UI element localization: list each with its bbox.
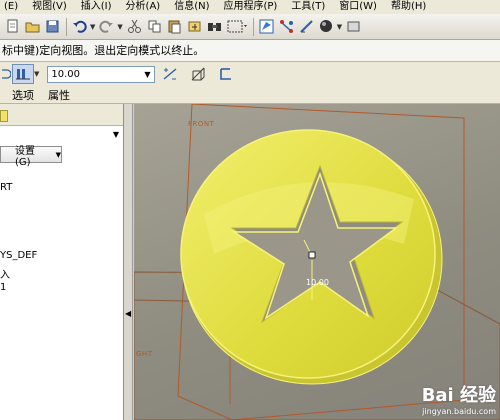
panel-tab-strip (0, 104, 123, 126)
watermark-logo: Bai 经验 (421, 385, 496, 406)
find-icon[interactable] (205, 17, 224, 36)
menu-info[interactable]: 信息(N) (167, 0, 216, 14)
settings-button[interactable]: 设置 (G) ▼ (0, 146, 62, 168)
tab-properties[interactable]: 属性 (48, 87, 70, 103)
model-canvas (134, 104, 500, 420)
redo-dropdown-icon[interactable]: ▼ (117, 23, 122, 31)
menu-applications[interactable]: 应用程序(P) (217, 0, 285, 14)
undo-dropdown-icon[interactable]: ▼ (90, 23, 95, 31)
menu-help[interactable]: 帮助(H) (384, 0, 433, 14)
model-tree-tab[interactable] (0, 110, 8, 122)
depth-value-input[interactable]: 10.00 ▼ (47, 65, 156, 83)
graphics-viewport[interactable]: FRONT GHT 10.00 Bai 经验 jingyan.baidu.com (134, 104, 500, 420)
flip-direction-icon[interactable] (159, 64, 181, 84)
paste-icon[interactable] (165, 17, 184, 36)
menu-bar: (E) 视图(V) 插入(I) 分析(A) 信息(N) 应用程序(P) 工具(T… (0, 0, 500, 14)
front-plane-label: FRONT (188, 120, 215, 128)
tree-item-part[interactable]: RT (0, 182, 12, 193)
extrude-dashboard: ▼ 10.00 ▼ (0, 62, 500, 86)
menu-tools[interactable]: 工具(T) (284, 0, 332, 14)
regenerate-icon[interactable] (185, 17, 204, 36)
redo-icon[interactable] (97, 17, 116, 36)
open-icon[interactable] (23, 17, 42, 36)
depth-blind-button[interactable] (12, 64, 34, 84)
datum-plane-icon[interactable] (257, 17, 276, 36)
panel-menu-caret-icon[interactable]: ▼ (113, 130, 119, 139)
menu-analysis[interactable]: 分析(A) (119, 0, 168, 14)
main-toolbar: ▼ ▼ ▼ (0, 14, 500, 40)
watermark-url: jingyan.baidu.com (422, 407, 496, 416)
sketch-icon[interactable] (297, 17, 316, 36)
solid-icon[interactable] (0, 64, 12, 84)
right-plane-label: GHT (136, 350, 153, 358)
depth-dimension-label[interactable]: 10.00 (306, 278, 329, 287)
new-doc-icon[interactable] (3, 17, 22, 36)
menu-edit[interactable]: (E) (0, 0, 25, 14)
shading-dropdown-icon[interactable]: ▼ (337, 23, 342, 31)
toolbar-separator (66, 17, 67, 36)
tab-options[interactable]: 选项 (12, 87, 34, 103)
depth-option-dropdown-icon[interactable]: ▼ (34, 70, 39, 78)
remove-material-icon[interactable] (187, 64, 209, 84)
save-icon[interactable] (43, 17, 62, 36)
copy-icon[interactable] (145, 17, 164, 36)
shading-icon[interactable] (317, 17, 336, 36)
menu-window[interactable]: 窗口(W) (332, 0, 384, 14)
menu-insert[interactable]: 插入(I) (74, 0, 119, 14)
chevron-down-icon: ▼ (55, 150, 61, 159)
depth-value: 10.00 (51, 68, 81, 80)
status-message: 标中键)定向视图。退出定向模式以终止。 (0, 40, 500, 62)
watermark: Bai 经验 jingyan.baidu.com (422, 381, 496, 416)
tree-item-feature[interactable]: 1 (0, 282, 6, 293)
panel-splitter[interactable]: ◀ (124, 104, 133, 420)
toolbar-separator (252, 17, 254, 36)
dashboard-tabs: 选项 属性 (0, 86, 500, 104)
collapse-arrow-icon[interactable]: ◀ (125, 309, 131, 318)
tree-item-insert[interactable]: 入 (0, 266, 10, 281)
axis-icon[interactable] (277, 17, 296, 36)
tree-item-csys[interactable]: YS_DEF (0, 250, 37, 261)
model-tree-panel: ▼ 设置 (G) ▼ RT YS_DEF 入 1 (0, 104, 124, 420)
settings-label: 设置 (G) (15, 145, 35, 168)
select-box-icon[interactable] (225, 17, 249, 36)
cut-icon[interactable] (125, 17, 144, 36)
menu-view[interactable]: 视图(V) (25, 0, 74, 14)
thicken-sketch-icon[interactable] (215, 64, 237, 84)
drag-handle (308, 251, 316, 259)
view-orient-icon[interactable] (344, 17, 363, 36)
chevron-down-icon[interactable]: ▼ (140, 70, 154, 79)
undo-icon[interactable] (70, 17, 89, 36)
